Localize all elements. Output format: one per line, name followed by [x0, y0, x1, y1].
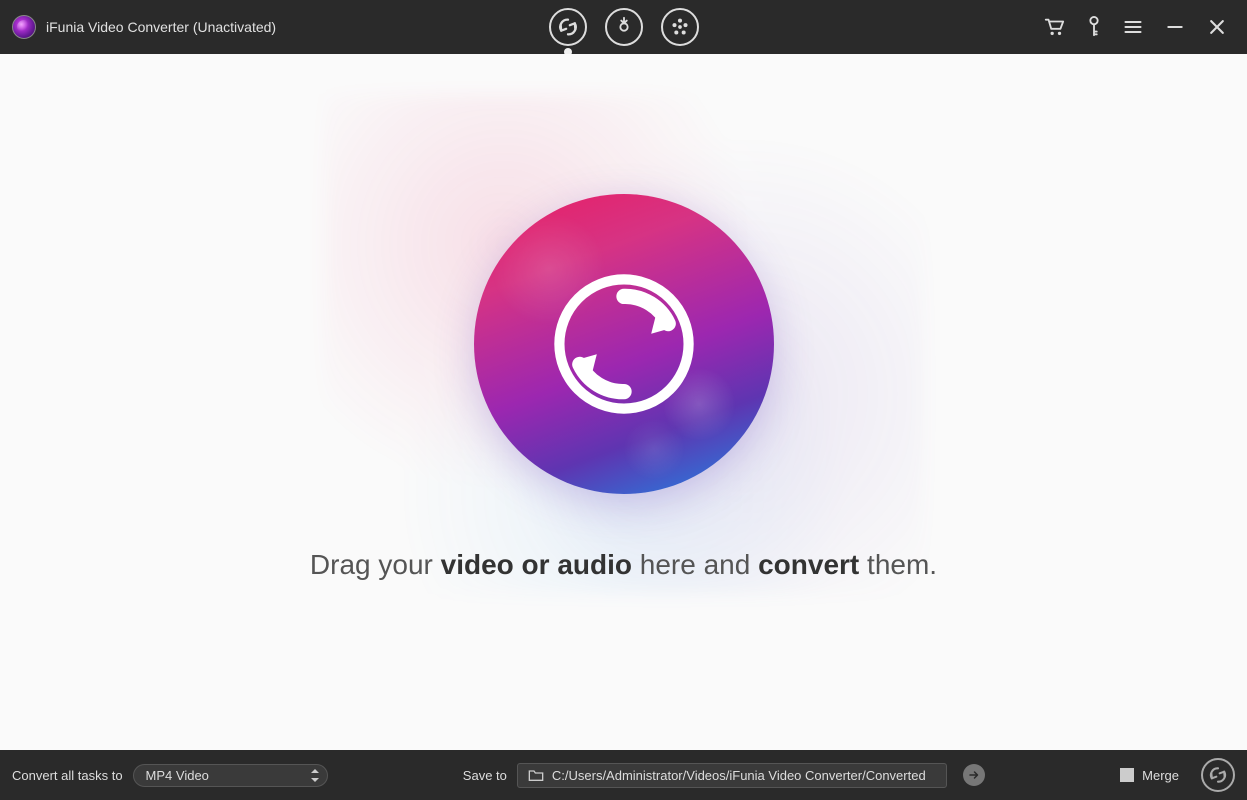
register-button[interactable]: [1087, 16, 1101, 38]
checkbox-icon: [1120, 768, 1134, 782]
menu-button[interactable]: [1123, 17, 1143, 37]
drop-text-bold: video or audio: [441, 549, 632, 580]
close-icon: [1207, 17, 1227, 37]
minimize-button[interactable]: [1165, 17, 1185, 37]
start-convert-button[interactable]: [1201, 758, 1235, 792]
save-path-field[interactable]: C:/Users/Administrator/Videos/iFunia Vid…: [517, 763, 947, 788]
convert-icon: [1208, 765, 1228, 785]
convert-icon: [557, 16, 579, 38]
save-to-label: Save to: [463, 768, 507, 783]
titlebar-left: iFunia Video Converter (Unactivated): [0, 15, 276, 39]
minimize-icon: [1165, 17, 1185, 37]
save-path-value: C:/Users/Administrator/Videos/iFunia Vid…: [552, 768, 926, 783]
folder-icon: [528, 768, 544, 782]
mode-convert-button[interactable]: [549, 8, 587, 46]
drop-area[interactable]: Drag your video or audio here and conver…: [0, 54, 1247, 750]
merge-label: Merge: [1142, 768, 1179, 783]
titlebar-right: [1043, 16, 1247, 38]
download-disc-icon: [613, 16, 635, 38]
open-folder-button[interactable]: [963, 764, 985, 786]
output-format-select[interactable]: MP4 Video: [133, 764, 328, 787]
merge-checkbox[interactable]: Merge: [1120, 768, 1179, 783]
refresh-arrows-icon: [539, 259, 709, 429]
mode-dvd-button[interactable]: [661, 8, 699, 46]
drop-text-segment: Drag your: [310, 549, 441, 580]
cart-button[interactable]: [1043, 16, 1065, 38]
cart-icon: [1043, 16, 1065, 38]
drop-text-segment: here and: [632, 549, 758, 580]
drop-text-segment: them.: [859, 549, 937, 580]
drop-circle[interactable]: [474, 194, 774, 494]
footer-bar: Convert all tasks to MP4 Video Save to C…: [0, 750, 1247, 800]
app-logo-icon: [12, 15, 36, 39]
output-format-value: MP4 Video: [146, 768, 209, 783]
drop-instruction-text: Drag your video or audio here and conver…: [310, 549, 937, 581]
mode-download-button[interactable]: [605, 8, 643, 46]
hamburger-icon: [1123, 17, 1143, 37]
drop-text-bold: convert: [758, 549, 859, 580]
arrow-right-icon: [968, 769, 980, 781]
convert-all-label: Convert all tasks to: [12, 768, 123, 783]
close-button[interactable]: [1207, 17, 1227, 37]
film-reel-icon: [669, 16, 691, 38]
key-icon: [1087, 16, 1101, 38]
mode-switcher: [549, 8, 699, 46]
titlebar: iFunia Video Converter (Unactivated): [0, 0, 1247, 54]
app-title: iFunia Video Converter (Unactivated): [46, 19, 276, 35]
